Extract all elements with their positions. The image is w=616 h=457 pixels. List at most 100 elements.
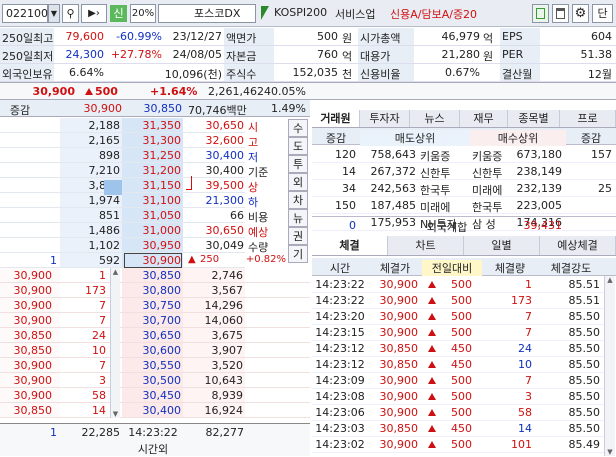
side-tab[interactable]: 외 (288, 173, 308, 191)
ask-price[interactable]: 31,200 (124, 164, 182, 177)
bid-row[interactable]: 30,900 7 30,750 14,296 (0, 298, 310, 313)
ask-price[interactable]: 31,250 (124, 149, 182, 162)
trade-row[interactable]: 14:23:12 30,850 450 10 85.50 (312, 357, 604, 373)
broker-tab[interactable]: 종목별 (508, 110, 560, 127)
bid-price[interactable]: 30,850 (124, 269, 182, 282)
ask-price[interactable]: 31,000 (124, 224, 182, 237)
trade-row[interactable]: 14:23:09 30,900 500 7 85.50 (312, 373, 604, 389)
broker-tab[interactable]: 투자자 (360, 110, 410, 127)
bid-price[interactable]: 30,800 (124, 284, 182, 297)
bid-price[interactable]: 30,450 (124, 389, 182, 402)
ask-price[interactable]: 31,350 (124, 119, 182, 132)
ask-price[interactable]: 30,950 (124, 239, 182, 252)
broker-row[interactable]: 150 187,485 미래에 한국투 223,005 (312, 197, 616, 214)
bid-quantity: 2,746 (211, 269, 244, 282)
trade-tab[interactable]: 예상체결 (540, 236, 616, 255)
trade-tab[interactable]: 차트 (388, 236, 464, 255)
search-icon[interactable]: ⚲ (62, 4, 79, 23)
trade-strength: 85.50 (568, 374, 601, 387)
foreign-total-row: 0 외국계합 39,431 (312, 216, 616, 234)
bid-price[interactable]: 30,700 (124, 314, 182, 327)
info-label-2: 주식수 (224, 64, 274, 81)
trade-row[interactable]: 14:23:22 30,900 500 1 85.51 (312, 277, 604, 293)
ask-quantity: 592 (99, 254, 120, 267)
orderbook: 2,188 31,350 2,165 31,300 898 31,250 7,210 31,2… (0, 118, 310, 423)
side-tab[interactable]: 권 (288, 227, 308, 245)
bid-row[interactable]: 30,850 14 30,400 16,924 (0, 403, 310, 418)
gear-icon[interactable]: ⚙ (572, 4, 589, 23)
side-tab[interactable]: 차 (288, 191, 308, 209)
bid-row[interactable]: 30,900 58 30,450 8,939 (0, 388, 310, 403)
bid-price[interactable]: 30,500 (124, 374, 182, 387)
side-tab[interactable]: 도 (288, 137, 308, 155)
orderbook-scrollbar[interactable]: ▲ ▼ (110, 268, 120, 418)
bid-row[interactable]: 30,900 1 30,850 2,746 (0, 268, 310, 283)
bid-row[interactable]: 30,900 7 30,700 14,060 (0, 313, 310, 328)
side-tab[interactable]: 수 (288, 119, 308, 137)
after-hours-button[interactable]: 시간외 (122, 441, 184, 457)
trade-row[interactable]: 14:23:12 30,850 450 24 85.50 (312, 341, 604, 357)
trade-tab[interactable]: 체결 (312, 236, 388, 255)
bid-row[interactable]: 30,850 24 30,650 3,675 (0, 328, 310, 343)
trade-row[interactable]: 14:23:20 30,900 500 7 85.50 (312, 309, 604, 325)
broker-sell-qty: 242,563 (370, 182, 417, 195)
stat-row: 30,400 저 (186, 148, 288, 164)
info-row: 250일최저 24,300 +27.78% 24/08/05 자본금 760 억 대용가 21,… (0, 46, 616, 64)
info-unit-2: 천 (342, 68, 353, 81)
broker-tab[interactable]: 프로 (560, 110, 616, 127)
trade-header: 체결강도 (550, 262, 592, 275)
trade-row[interactable]: 14:23:22 30,900 500 173 85.51 (312, 293, 604, 309)
bid-row[interactable]: 30,900 3 30,500 10,643 (0, 373, 310, 388)
side-tab[interactable]: 기 (288, 245, 308, 263)
single-button[interactable]: 단 (592, 4, 613, 23)
broker-row[interactable]: 14 267,372 신한투 신한투 238,149 (312, 163, 616, 180)
ask-price[interactable]: 31,100 (124, 194, 182, 207)
bid-price[interactable]: 30,650 (124, 329, 182, 342)
bid-row[interactable]: 30,900 173 30,800 3,567 (0, 283, 310, 298)
footer-count: 1 (50, 426, 57, 439)
broker-row[interactable]: 34 242,563 한국투 미래에 232,139 25 (312, 180, 616, 197)
trade-diff-value: 500 (451, 374, 472, 387)
trade-row[interactable]: 14:23:08 30,900 500 3 85.50 (312, 389, 604, 405)
ask-price[interactable]: 31,300 (124, 134, 182, 147)
trade-strength: 85.50 (568, 390, 601, 403)
trade-time: 14:23:12 (315, 358, 365, 371)
bid-price[interactable]: 30,400 (124, 404, 182, 417)
up-arrow-icon (428, 409, 436, 416)
code-dropdown-icon[interactable]: ▼ (48, 4, 60, 23)
broker-tab[interactable]: 거래원 (312, 110, 360, 127)
window-icon[interactable] (552, 4, 569, 23)
trade-tab[interactable]: 일별 (464, 236, 540, 255)
side-tab[interactable]: 뉴 (288, 209, 308, 227)
ask-price[interactable]: 31,150 (124, 179, 182, 192)
ask-price[interactable]: 31,050 (124, 209, 182, 222)
trade-row[interactable]: 14:23:15 30,900 500 7 85.50 (312, 325, 604, 341)
trade-row[interactable]: 14:23:06 30,900 500 58 85.50 (312, 405, 604, 421)
change-arrow-icon: ▲ (188, 254, 196, 265)
bid-price[interactable]: 30,750 (124, 299, 182, 312)
bid-row[interactable]: 30,900 7 30,550 3,520 (0, 358, 310, 373)
broker-sell-change: 14 (342, 165, 356, 178)
up-arrow-icon (428, 361, 436, 368)
side-tab[interactable]: 투 (288, 155, 308, 173)
info-value-2: 760 (317, 48, 338, 61)
layout-icon[interactable] (532, 4, 549, 23)
stat-row: 30,400 기준 (186, 163, 288, 179)
info-date: 23/12/27 (172, 30, 222, 43)
speaker-icon[interactable]: ▶› (81, 4, 107, 23)
bid-price[interactable]: 30,550 (124, 359, 182, 372)
bid-price[interactable]: 30,600 (124, 344, 182, 357)
trade-header: 체결가 (379, 262, 411, 275)
stock-code-input[interactable]: 022100 (2, 4, 48, 23)
trade-row[interactable]: 14:23:03 30,850 450 14 85.50 (312, 421, 604, 437)
broker-tab[interactable]: 뉴스 (410, 110, 460, 127)
stat-change-rate: +0.82% (245, 254, 286, 265)
trade-strength: 85.51 (568, 294, 601, 307)
broker-tab[interactable]: 재무 (460, 110, 508, 127)
trade-scrollbar[interactable]: ▲ ▼ (604, 276, 615, 456)
info-label-2: 자본금 (224, 46, 274, 63)
trade-row[interactable]: 14:23:02 30,900 500 101 85.49 (312, 437, 604, 453)
broker-row[interactable]: 120 758,643 키움증 키움증 673,180 157 (312, 146, 616, 163)
broker-header-sell: 매도상위 (360, 130, 470, 146)
bid-row[interactable]: 30,850 10 30,600 3,907 (0, 343, 310, 358)
